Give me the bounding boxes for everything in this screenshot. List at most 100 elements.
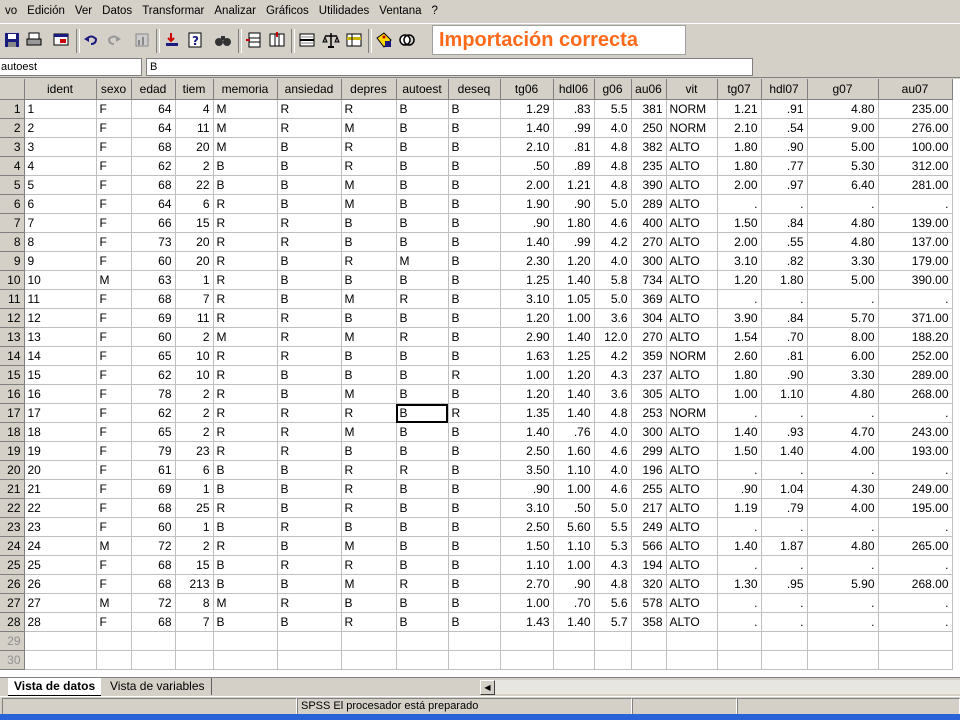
cell-tiem[interactable]: 10 bbox=[175, 346, 214, 366]
cell-au07[interactable]: 390.00 bbox=[878, 270, 953, 290]
cell-tiem[interactable]: 6 bbox=[175, 194, 214, 214]
cell-g06[interactable] bbox=[594, 650, 632, 670]
cell-depres[interactable]: M bbox=[341, 422, 397, 442]
cell-g07[interactable]: 3.30 bbox=[807, 365, 879, 385]
cell-au07[interactable]: 137.00 bbox=[878, 232, 953, 252]
cell-au06[interactable]: 270 bbox=[631, 327, 667, 347]
cell-au06[interactable]: 250 bbox=[631, 118, 667, 138]
cell-deseq[interactable]: B bbox=[448, 232, 501, 252]
cell-hdl07[interactable]: . bbox=[761, 593, 808, 613]
cell-sexo[interactable] bbox=[96, 631, 132, 651]
row-header[interactable]: 7 bbox=[0, 213, 25, 233]
cell-autoest[interactable]: B bbox=[396, 517, 449, 537]
goto-case-icon[interactable] bbox=[161, 29, 183, 51]
cell-tg07[interactable]: . bbox=[717, 555, 762, 575]
cell-g06[interactable]: 4.3 bbox=[594, 365, 632, 385]
cell-au06[interactable]: 217 bbox=[631, 498, 667, 518]
cell-vit[interactable]: ALTO bbox=[666, 289, 718, 309]
cell-g06[interactable]: 5.5 bbox=[594, 517, 632, 537]
cell-vit[interactable]: NORM bbox=[666, 118, 718, 138]
cell-au07[interactable]: . bbox=[878, 289, 953, 309]
cell-autoest[interactable]: B bbox=[396, 118, 449, 138]
cell-tg06[interactable]: 3.10 bbox=[500, 498, 554, 518]
cell-vit[interactable]: ALTO bbox=[666, 498, 718, 518]
cell-memoria[interactable]: R bbox=[213, 194, 278, 214]
cell-tiem[interactable]: 1 bbox=[175, 517, 214, 537]
cell-depres[interactable]: M bbox=[341, 289, 397, 309]
cell-deseq[interactable]: B bbox=[448, 612, 501, 632]
cell-ansiedad[interactable]: B bbox=[277, 384, 342, 404]
menu-item[interactable]: Transformar bbox=[137, 5, 209, 17]
cell-depres[interactable]: M bbox=[341, 574, 397, 594]
cell-tg06[interactable]: 3.10 bbox=[500, 289, 554, 309]
cell-hdl07[interactable]: .95 bbox=[761, 574, 808, 594]
cell-hdl07[interactable]: .81 bbox=[761, 346, 808, 366]
cell-depres[interactable]: B bbox=[341, 308, 397, 328]
cell-au06[interactable]: 249 bbox=[631, 517, 667, 537]
cell-edad[interactable]: 64 bbox=[131, 118, 176, 138]
cell-g07[interactable]: 5.70 bbox=[807, 308, 879, 328]
cell-vit[interactable]: ALTO bbox=[666, 536, 718, 556]
row-header[interactable]: 21 bbox=[0, 479, 25, 499]
cell-deseq[interactable]: B bbox=[448, 346, 501, 366]
cell-deseq[interactable]: B bbox=[448, 422, 501, 442]
cell-sexo[interactable]: F bbox=[96, 422, 132, 442]
cell-depres[interactable]: B bbox=[341, 441, 397, 461]
cell-tiem[interactable]: 20 bbox=[175, 251, 214, 271]
cell-hdl07[interactable]: . bbox=[761, 612, 808, 632]
cell-tg07[interactable]: . bbox=[717, 194, 762, 214]
cell-hdl06[interactable]: 1.80 bbox=[553, 213, 595, 233]
cell-autoest[interactable]: B bbox=[396, 593, 449, 613]
cell-tiem[interactable]: 6 bbox=[175, 460, 214, 480]
cell-hdl06[interactable]: 1.10 bbox=[553, 536, 595, 556]
cell-tiem[interactable]: 15 bbox=[175, 555, 214, 575]
cell-au07[interactable]: 252.00 bbox=[878, 346, 953, 366]
cell-vit[interactable]: ALTO bbox=[666, 194, 718, 214]
cell-deseq[interactable]: B bbox=[448, 156, 501, 176]
menu-item[interactable]: Datos bbox=[97, 5, 137, 17]
cell-ansiedad[interactable]: R bbox=[277, 441, 342, 461]
cell-au07[interactable]: 268.00 bbox=[878, 574, 953, 594]
cell-au06[interactable]: 196 bbox=[631, 460, 667, 480]
cell-sexo[interactable]: F bbox=[96, 479, 132, 499]
cell-au07[interactable]: 371.00 bbox=[878, 308, 953, 328]
cell-sexo[interactable]: F bbox=[96, 175, 132, 195]
cell-g06[interactable]: 4.6 bbox=[594, 479, 632, 499]
cell-g06[interactable]: 3.6 bbox=[594, 384, 632, 404]
cell-au07[interactable]: . bbox=[878, 517, 953, 537]
cell-tiem[interactable]: 11 bbox=[175, 308, 214, 328]
row-header[interactable]: 23 bbox=[0, 517, 25, 537]
cell-memoria[interactable]: R bbox=[213, 213, 278, 233]
cell-sexo[interactable]: F bbox=[96, 403, 132, 423]
column-header-sexo[interactable]: sexo bbox=[96, 79, 132, 100]
cell-tg06[interactable] bbox=[500, 631, 554, 651]
split-file-icon[interactable] bbox=[296, 29, 318, 51]
row-header[interactable]: 11 bbox=[0, 289, 25, 309]
goto-chart-icon[interactable] bbox=[131, 29, 153, 51]
cell-g07[interactable]: 4.80 bbox=[807, 384, 879, 404]
column-header-ident[interactable]: ident bbox=[24, 79, 97, 100]
cell-tiem[interactable]: 7 bbox=[175, 612, 214, 632]
cell-depres[interactable]: R bbox=[341, 251, 397, 271]
cell-hdl06[interactable]: 1.40 bbox=[553, 327, 595, 347]
cell-ansiedad[interactable]: R bbox=[277, 232, 342, 252]
cell-tiem[interactable]: 25 bbox=[175, 498, 214, 518]
cell-edad[interactable]: 64 bbox=[131, 194, 176, 214]
cell-edad[interactable]: 62 bbox=[131, 156, 176, 176]
cell-sexo[interactable]: F bbox=[96, 232, 132, 252]
cell-ident[interactable] bbox=[24, 631, 97, 651]
cell-au07[interactable]: 289.00 bbox=[878, 365, 953, 385]
cell-sexo[interactable]: F bbox=[96, 498, 132, 518]
cell-g06[interactable]: 4.8 bbox=[594, 175, 632, 195]
cell-edad[interactable]: 68 bbox=[131, 137, 176, 157]
cell-ident[interactable]: 14 bbox=[24, 346, 97, 366]
cell-edad[interactable]: 62 bbox=[131, 365, 176, 385]
cell-hdl07[interactable]: .84 bbox=[761, 308, 808, 328]
cell-ident[interactable]: 16 bbox=[24, 384, 97, 404]
cell-ansiedad[interactable]: B bbox=[277, 251, 342, 271]
cell-tg06[interactable]: 1.25 bbox=[500, 270, 554, 290]
cell-hdl06[interactable]: 1.40 bbox=[553, 270, 595, 290]
cell-vit[interactable]: ALTO bbox=[666, 479, 718, 499]
cell-au06[interactable]: 358 bbox=[631, 612, 667, 632]
cell-edad[interactable]: 60 bbox=[131, 327, 176, 347]
